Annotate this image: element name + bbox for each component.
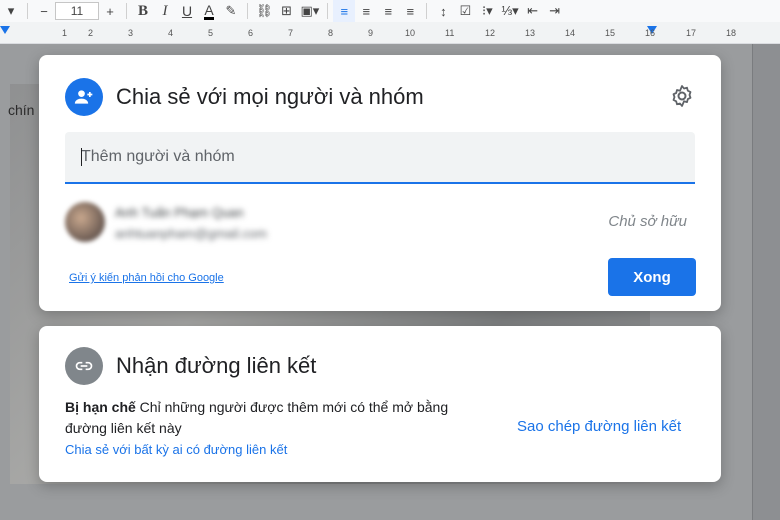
ruler-tick: 8 bbox=[328, 28, 334, 38]
highlight-pen-icon[interactable]: ✎ bbox=[220, 0, 242, 22]
ruler-tick: 9 bbox=[368, 28, 374, 38]
ruler-tick: 15 bbox=[605, 28, 616, 38]
insert-link-icon[interactable]: ⛓ bbox=[253, 0, 276, 22]
document-text: chín bbox=[8, 102, 35, 118]
align-right-icon[interactable]: ≡ bbox=[377, 0, 399, 22]
done-button[interactable]: Xong bbox=[608, 258, 696, 296]
copy-link-button[interactable]: Sao chép đường liên kết bbox=[517, 418, 681, 435]
add-person-icon bbox=[65, 78, 103, 116]
owner-role-label: Chủ sở hữu bbox=[608, 213, 687, 230]
ruler-tick: 7 bbox=[288, 28, 294, 38]
align-justify-icon[interactable]: ≡ bbox=[399, 0, 421, 22]
document-scrollbar[interactable] bbox=[752, 44, 780, 520]
get-link-dialog: Nhận đường liên kết Bị hạn chế Chỉ những… bbox=[39, 326, 721, 482]
increase-font-size-button[interactable]: + bbox=[99, 0, 121, 22]
increase-indent-icon[interactable]: ⇥ bbox=[544, 0, 566, 22]
chevron-down-icon[interactable]: ▾ bbox=[0, 0, 22, 22]
align-center-icon[interactable]: ≡ bbox=[355, 0, 377, 22]
add-people-input-container[interactable] bbox=[65, 132, 695, 184]
add-comment-icon[interactable]: ⊞ bbox=[276, 0, 298, 22]
text-color-button[interactable]: A bbox=[198, 0, 220, 22]
font-size-input[interactable]: 11 bbox=[55, 2, 99, 20]
ruler-tick: 1 bbox=[62, 28, 68, 38]
text-caret bbox=[81, 148, 82, 166]
share-dialog-title: Chia sẻ với mọi người và nhóm bbox=[116, 84, 424, 109]
owner-name: Anh Tuấn Phạm Quan bbox=[115, 205, 244, 220]
bold-button[interactable]: B bbox=[132, 0, 154, 22]
share-with-anyone-link[interactable]: Chia sẻ với bất kỳ ai có đường liên kết bbox=[65, 442, 287, 457]
ruler-tick: 18 bbox=[726, 28, 737, 38]
line-spacing-icon[interactable]: ↕ bbox=[432, 0, 454, 22]
link-icon bbox=[65, 347, 103, 385]
ruler: 1 2 3 4 5 6 7 8 9 10 11 12 13 14 15 16 1… bbox=[0, 22, 780, 44]
formatting-toolbar: ▾ − 11 + B I U A ✎ ⛓ ⊞ ▣▾ ≡ ≡ ≡ ≡ ↕ ☑ ⁝▾… bbox=[0, 0, 780, 22]
italic-button[interactable]: I bbox=[154, 0, 176, 22]
ruler-tick: 12 bbox=[485, 28, 496, 38]
ruler-tick: 17 bbox=[686, 28, 697, 38]
decrease-font-size-button[interactable]: − bbox=[33, 0, 55, 22]
toolbar-divider bbox=[327, 3, 329, 19]
ruler-tick: 14 bbox=[565, 28, 576, 38]
toolbar-divider bbox=[27, 3, 28, 19]
toolbar-divider bbox=[126, 3, 127, 19]
ruler-tick: 4 bbox=[168, 28, 174, 38]
ruler-tick: 11 bbox=[445, 28, 455, 38]
align-left-icon[interactable]: ≡ bbox=[333, 0, 356, 22]
text-color-label: A bbox=[204, 1, 214, 20]
bulleted-list-icon[interactable]: ⁝▾ bbox=[476, 0, 498, 22]
decrease-indent-icon[interactable]: ⇤ bbox=[522, 0, 544, 22]
send-feedback-link[interactable]: Gửi ý kiến phản hồi cho Google bbox=[69, 272, 224, 284]
ruler-tick: 10 bbox=[405, 28, 416, 38]
restriction-status[interactable]: Bị hạn chế bbox=[65, 399, 136, 415]
toolbar-divider bbox=[426, 3, 428, 19]
insert-image-icon[interactable]: ▣▾ bbox=[298, 0, 323, 22]
ruler-tick: 2 bbox=[88, 28, 94, 38]
owner-avatar bbox=[65, 202, 105, 242]
toolbar-divider bbox=[247, 3, 248, 19]
restriction-description: Bị hạn chế Chỉ những người được thêm mới… bbox=[65, 397, 485, 439]
gear-icon[interactable] bbox=[670, 84, 694, 108]
underline-button[interactable]: U bbox=[176, 0, 198, 22]
owner-email: anhtuanpham@gmail.com bbox=[115, 226, 267, 241]
ruler-tick: 5 bbox=[208, 28, 214, 38]
share-dialog: Chia sẻ với mọi người và nhóm Anh Tuấn P… bbox=[39, 55, 721, 311]
left-indent-marker[interactable] bbox=[0, 26, 10, 34]
numbered-list-icon[interactable]: ⅓▾ bbox=[498, 0, 521, 22]
ruler-tick: 3 bbox=[128, 28, 134, 38]
ruler-tick: 6 bbox=[248, 28, 254, 38]
ruler-tick: 13 bbox=[525, 28, 536, 38]
get-link-title: Nhận đường liên kết bbox=[116, 353, 317, 378]
ruler-tick: 16 bbox=[645, 28, 656, 38]
add-people-input[interactable] bbox=[81, 132, 679, 182]
checklist-icon[interactable]: ☑ bbox=[454, 0, 476, 22]
